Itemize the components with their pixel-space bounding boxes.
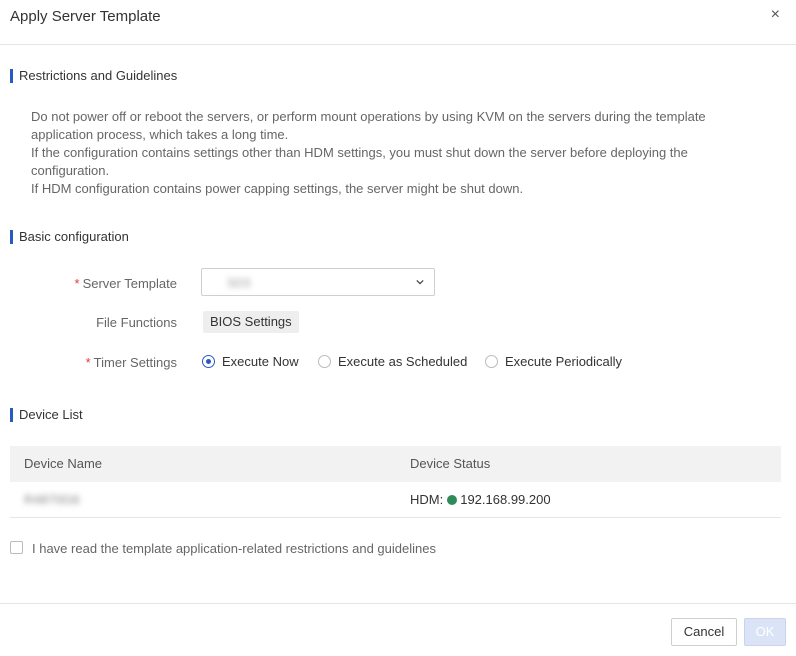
column-header-device-name: Device Name — [24, 456, 103, 471]
server-template-label: * Server Template — [74, 276, 177, 291]
device-name-cell: R4870G6 — [24, 492, 80, 507]
checkbox-box[interactable] — [10, 541, 23, 554]
server-template-value: SD3 — [227, 276, 251, 290]
dialog-header: Apply Server Template × — [0, 0, 796, 45]
guideline-line: If HDM configuration contains power capp… — [31, 181, 524, 196]
status-ip: 192.168.99.200 — [460, 492, 551, 507]
apply-server-template-dialog: Apply Server Template × Restrictions and… — [0, 0, 796, 656]
guidelines-text: Do not power off or reboot the servers, … — [31, 108, 771, 198]
status-prefix: HDM: — [410, 492, 444, 507]
basic-config-section-title: Basic configuration — [10, 230, 129, 244]
guideline-line: configuration. — [31, 163, 110, 178]
radio-circle — [485, 355, 498, 368]
footer-divider — [0, 603, 796, 604]
table-header: Device Name Device Status — [10, 446, 781, 482]
guideline-line: If the configuration contains settings o… — [31, 145, 688, 160]
guideline-line: application process, which takes a long … — [31, 127, 289, 142]
status-dot-icon — [447, 495, 458, 505]
restrictions-section-title: Restrictions and Guidelines — [10, 69, 177, 83]
file-function-tag: BIOS Settings — [203, 311, 299, 333]
device-status-cell: HDM: 192.168.99.200 — [410, 492, 551, 507]
file-functions-label: File Functions — [96, 315, 177, 330]
ok-button[interactable]: OK — [744, 618, 786, 646]
required-mark: * — [74, 276, 80, 291]
column-header-device-status: Device Status — [410, 456, 491, 471]
dialog-title: Apply Server Template — [10, 8, 161, 25]
server-template-select[interactable]: SD3 — [201, 268, 435, 296]
close-icon[interactable]: × — [771, 6, 780, 24]
cancel-button[interactable]: Cancel — [671, 618, 737, 646]
table-row: R4870G6 HDM: 192.168.99.200 — [10, 482, 781, 518]
agreement-label: I have read the template application-rel… — [32, 541, 436, 556]
guideline-line: Do not power off or reboot the servers, … — [31, 109, 706, 124]
required-mark: * — [85, 355, 91, 370]
device-list-section-title: Device List — [10, 408, 83, 422]
radio-label: Execute as Scheduled — [338, 354, 468, 369]
radio-label: Execute Periodically — [505, 354, 623, 369]
chevron-down-icon — [416, 279, 424, 285]
radio-label: Execute Now — [222, 354, 299, 369]
radio-circle — [318, 355, 331, 368]
timer-settings-label: * Timer Settings — [85, 355, 177, 370]
radio-circle — [202, 355, 215, 368]
